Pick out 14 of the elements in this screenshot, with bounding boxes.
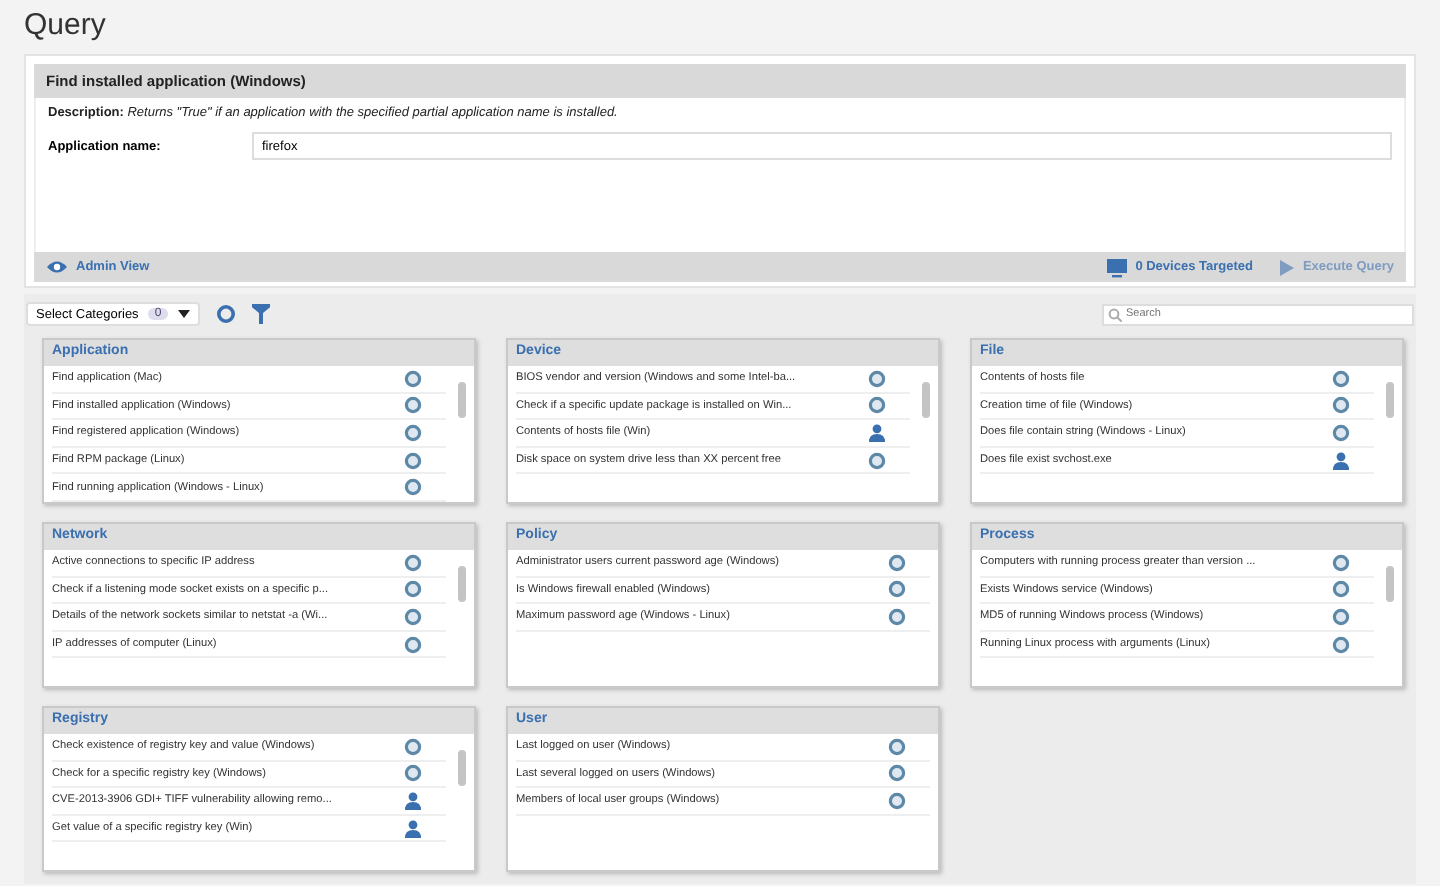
eye-icon (46, 260, 68, 274)
filter-button[interactable] (251, 304, 270, 324)
refresh-button[interactable] (215, 304, 236, 324)
scrollbar-thumb[interactable] (1386, 382, 1394, 418)
scrollbar-thumb[interactable] (458, 566, 466, 602)
caret-icon (177, 310, 190, 318)
search-icon (1108, 307, 1122, 321)
play-icon (1280, 259, 1295, 275)
scrollbar-thumb[interactable] (1386, 566, 1394, 602)
page-title: Query (24, 6, 108, 46)
scrollbar-thumb[interactable] (458, 382, 466, 418)
scrollbar-thumb[interactable] (922, 382, 930, 418)
scrollbar-thumb[interactable] (458, 750, 466, 786)
monitor-icon (1105, 257, 1128, 277)
